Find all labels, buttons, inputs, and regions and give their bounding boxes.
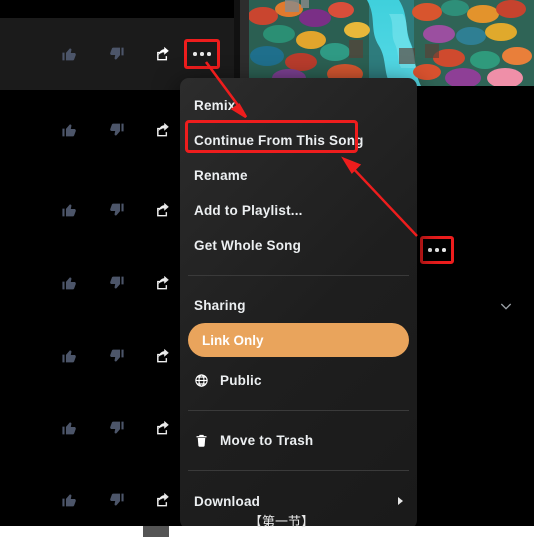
row-actions	[61, 348, 172, 365]
menu-item-remix[interactable]: Remix	[180, 88, 417, 123]
menu-item-add-to-playlist[interactable]: Add to Playlist...	[180, 193, 417, 228]
row-actions	[61, 202, 172, 219]
menu-item-public[interactable]: Public	[180, 363, 417, 398]
right-panel-more-button[interactable]	[420, 236, 454, 264]
menu-item-label: Remix	[194, 98, 236, 113]
thumbs-down-icon[interactable]	[108, 420, 125, 437]
row-actions	[61, 492, 172, 509]
chevron-down-icon[interactable]	[498, 298, 514, 314]
thumbs-down-icon[interactable]	[108, 275, 125, 292]
panel-edge	[234, 0, 240, 86]
menu-item-move-to-trash[interactable]: Move to Trash	[180, 423, 417, 458]
share-icon[interactable]	[155, 348, 172, 365]
thumbs-up-icon[interactable]	[61, 420, 78, 437]
row-actions	[61, 420, 172, 437]
menu-divider	[188, 275, 409, 276]
song-cover-art[interactable]	[249, 0, 534, 86]
menu-item-link-only[interactable]: Link Only	[188, 323, 409, 366]
thumbs-up-icon[interactable]	[61, 492, 78, 509]
share-icon[interactable]	[155, 492, 172, 509]
thumbs-down-icon[interactable]	[108, 122, 125, 139]
app-root: Remix Continue From This Song Rename Add…	[0, 0, 534, 537]
more-options-icon	[193, 52, 211, 56]
menu-item-label: Rename	[194, 168, 248, 183]
thumbs-up-icon[interactable]	[61, 122, 78, 139]
menu-item-label: Move to Trash	[220, 433, 314, 448]
thumbs-down-icon[interactable]	[108, 348, 125, 365]
menu-item-label: Link Only	[202, 332, 264, 348]
share-icon[interactable]	[155, 202, 172, 219]
row-actions	[61, 275, 172, 292]
share-icon[interactable]	[155, 420, 172, 437]
menu-item-label: Public	[220, 373, 262, 388]
menu-item-get-whole-song[interactable]: Get Whole Song	[180, 228, 417, 263]
thumbs-up-icon[interactable]	[61, 348, 78, 365]
thumbs-down-icon[interactable]	[108, 492, 125, 509]
share-icon[interactable]	[155, 122, 172, 139]
page-caption: 【第一节】	[249, 515, 315, 530]
menu-item-rename[interactable]: Rename	[180, 158, 417, 193]
menu-item-label: Add to Playlist...	[194, 203, 303, 218]
menu-item-highlight-box	[185, 120, 358, 153]
menu-item-label: Get Whole Song	[194, 238, 302, 253]
trash-icon	[194, 433, 209, 448]
cover-art-image	[249, 0, 534, 86]
menu-divider	[188, 410, 409, 411]
thumbs-down-icon[interactable]	[108, 46, 125, 63]
more-options-icon	[428, 248, 446, 252]
menu-section-label: Sharing	[194, 298, 246, 313]
globe-icon	[194, 373, 209, 388]
bottom-tab	[143, 526, 169, 537]
chevron-right-icon	[398, 497, 403, 505]
more-options-button[interactable]	[184, 39, 220, 69]
thumbs-down-icon[interactable]	[108, 202, 125, 219]
thumbs-up-icon[interactable]	[61, 202, 78, 219]
thumbs-up-icon[interactable]	[61, 275, 78, 292]
share-icon[interactable]	[155, 46, 172, 63]
thumbs-up-icon[interactable]	[61, 46, 78, 63]
row-actions	[61, 122, 172, 139]
share-icon[interactable]	[155, 275, 172, 292]
menu-divider	[188, 470, 409, 471]
menu-section-sharing: Sharing	[180, 288, 417, 323]
menu-item-label: Download	[194, 493, 261, 509]
row-actions	[61, 46, 172, 63]
